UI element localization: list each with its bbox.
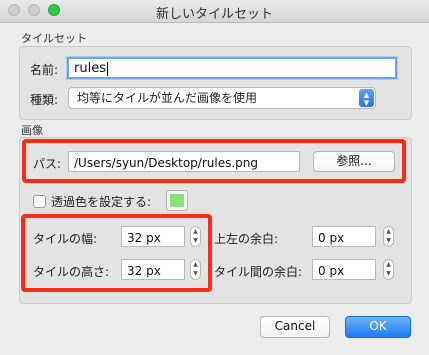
text-cursor: [106, 61, 108, 76]
path-highlight-box: [22, 139, 406, 183]
transparent-color-button[interactable]: [166, 190, 188, 211]
name-field-value: rules: [74, 61, 106, 76]
ok-button[interactable]: OK: [345, 316, 411, 338]
name-field[interactable]: rules: [67, 57, 397, 79]
type-label: 種類:: [30, 93, 59, 107]
spacing-field[interactable]: 0 px: [312, 259, 376, 280]
margin-field[interactable]: 0 px: [312, 226, 376, 247]
name-label: 名前:: [30, 63, 59, 77]
margin-stepper[interactable]: ▲ ▼: [383, 226, 394, 247]
cancel-button[interactable]: Cancel: [260, 316, 330, 338]
select-arrows-icon: ▲ ▼: [359, 89, 374, 107]
new-tileset-dialog: 新しいタイルセット タイルセット 名前: rules 種類: 均等にタイルが並ん…: [0, 0, 429, 355]
spacing-label: タイル間の余白:: [214, 265, 303, 279]
type-select-value: 均等にタイルが並んだ画像を使用: [77, 91, 258, 105]
image-section-label: 画像: [21, 124, 43, 137]
tileset-section-label: タイルセット: [21, 32, 87, 45]
margin-label: 上左の余白:: [214, 232, 279, 246]
transparent-color-checkbox[interactable]: [33, 195, 46, 208]
window-title: 新しいタイルセット: [155, 7, 273, 22]
title-bar: 新しいタイルセット: [0, 0, 429, 23]
color-swatch: [170, 194, 184, 207]
transparent-color-label: 透過色を設定する:: [51, 195, 152, 209]
spacing-stepper[interactable]: ▲ ▼: [383, 259, 394, 280]
type-select[interactable]: 均等にタイルが並んだ画像を使用 ▲ ▼: [68, 87, 376, 109]
tile-size-highlight-box: [21, 214, 212, 292]
